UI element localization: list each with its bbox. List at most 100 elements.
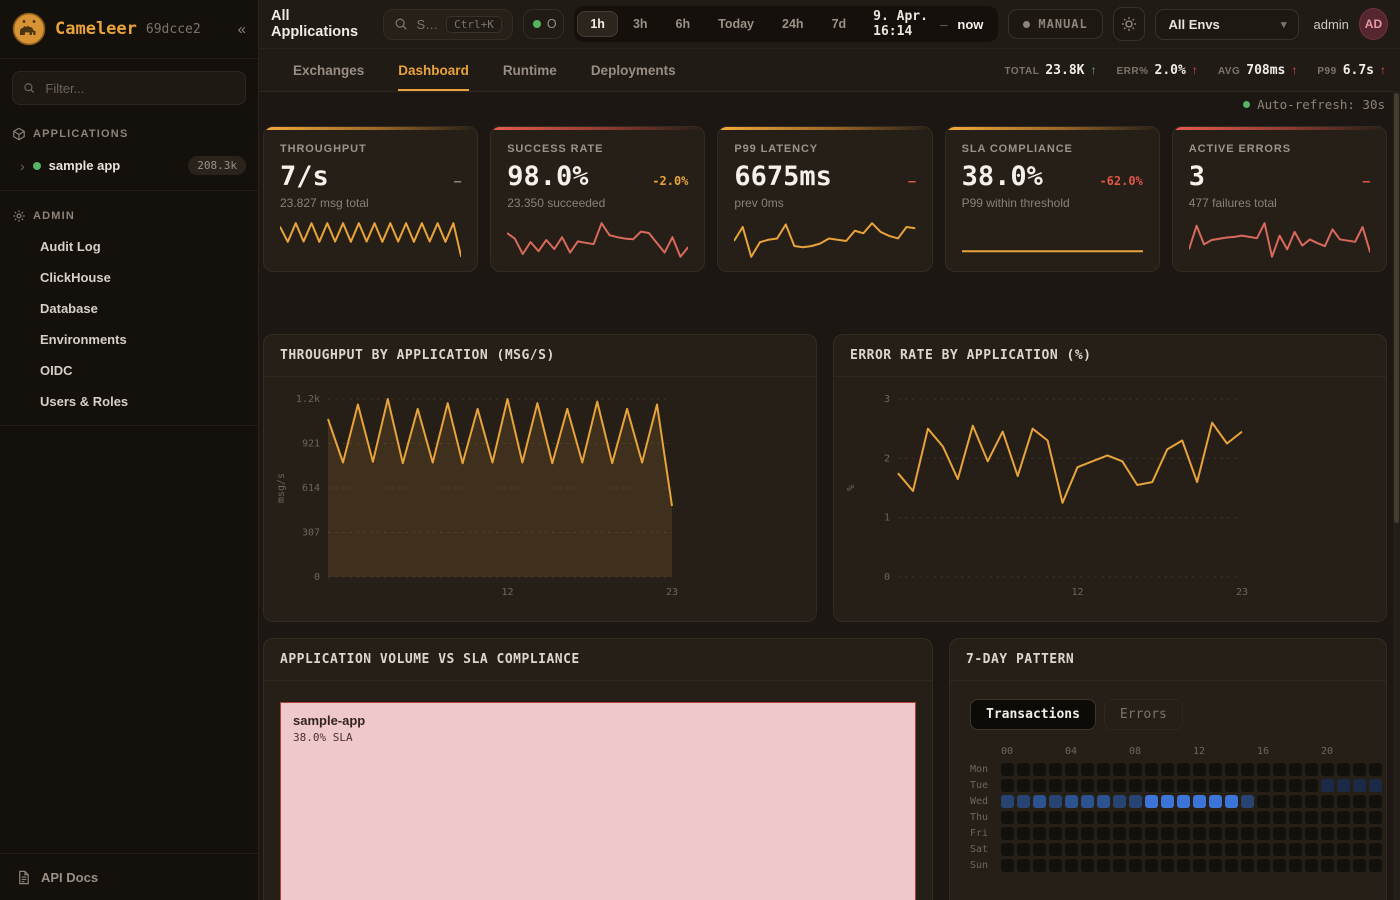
- sidebar-collapse-button[interactable]: «: [238, 21, 246, 38]
- heatmap-cell[interactable]: [1065, 779, 1078, 792]
- heatmap-cell[interactable]: [1369, 827, 1382, 840]
- heatmap-cell[interactable]: [1273, 843, 1286, 856]
- heatmap-cell[interactable]: [1369, 779, 1382, 792]
- heatmap-cell[interactable]: [1289, 795, 1302, 808]
- heatmap-cell[interactable]: [1097, 859, 1110, 872]
- user-avatar[interactable]: AD: [1359, 8, 1388, 40]
- heatmap-cell[interactable]: [1049, 859, 1062, 872]
- heatmap-cell[interactable]: [1033, 763, 1046, 776]
- heatmap-cell[interactable]: [1193, 763, 1206, 776]
- theme-toggle-button[interactable]: [1113, 7, 1146, 41]
- heatmap-cell[interactable]: [1225, 827, 1238, 840]
- heatmap-cell[interactable]: [1369, 795, 1382, 808]
- range-button-1h[interactable]: 1h: [577, 11, 618, 37]
- sidebar-item-database[interactable]: Database: [0, 293, 258, 324]
- heatmap-cell[interactable]: [1129, 859, 1142, 872]
- heatmap-cell[interactable]: [1353, 763, 1366, 776]
- heatmap-cell[interactable]: [1177, 843, 1190, 856]
- heatmap-cell[interactable]: [1113, 843, 1126, 856]
- heatmap-cell[interactable]: [1017, 859, 1030, 872]
- heatmap-cell[interactable]: [1097, 795, 1110, 808]
- heatmap-cell[interactable]: [1369, 843, 1382, 856]
- heatmap-cell[interactable]: [1017, 827, 1030, 840]
- heatmap-cell[interactable]: [1145, 811, 1158, 824]
- range-button-24h[interactable]: 24h: [769, 11, 817, 37]
- heatmap-cell[interactable]: [1241, 779, 1254, 792]
- heatmap-cell[interactable]: [1049, 827, 1062, 840]
- heatmap-cell[interactable]: [1161, 843, 1174, 856]
- heatmap-cell[interactable]: [1177, 795, 1190, 808]
- heatmap-cell[interactable]: [1177, 827, 1190, 840]
- heatmap-cell[interactable]: [1209, 811, 1222, 824]
- heatmap-cell[interactable]: [1369, 763, 1382, 776]
- heatmap-cell[interactable]: [1193, 795, 1206, 808]
- heatmap-cell[interactable]: [1209, 795, 1222, 808]
- heatmap-cell[interactable]: [1017, 779, 1030, 792]
- heatmap-cell[interactable]: [1177, 859, 1190, 872]
- heatmap-cell[interactable]: [1241, 811, 1254, 824]
- heatmap-cell[interactable]: [1289, 859, 1302, 872]
- heatmap-cell[interactable]: [1065, 795, 1078, 808]
- heatmap-cell[interactable]: [1225, 811, 1238, 824]
- heatmap-cell[interactable]: [1257, 795, 1270, 808]
- heatmap-cell[interactable]: [1257, 859, 1270, 872]
- heatmap-cell[interactable]: [1129, 779, 1142, 792]
- sidebar-item-users-roles[interactable]: Users & Roles: [0, 386, 258, 417]
- heatmap-cell[interactable]: [1033, 843, 1046, 856]
- sidebar-item-clickhouse[interactable]: ClickHouse: [0, 262, 258, 293]
- heatmap-cell[interactable]: [1113, 763, 1126, 776]
- heatmap-cell[interactable]: [1209, 843, 1222, 856]
- heatmap-cell[interactable]: [1305, 763, 1318, 776]
- heatmap-cell[interactable]: [1017, 811, 1030, 824]
- heatmap-cell[interactable]: [1097, 843, 1110, 856]
- heatmap-cell[interactable]: [1209, 827, 1222, 840]
- heatmap-cell[interactable]: [1049, 763, 1062, 776]
- heatmap-cell[interactable]: [1209, 779, 1222, 792]
- sidebar-filter-box[interactable]: [12, 71, 246, 105]
- heatmap-cell[interactable]: [1161, 859, 1174, 872]
- heatmap-cell[interactable]: [1257, 827, 1270, 840]
- heatmap-cell[interactable]: [1081, 859, 1094, 872]
- tab-runtime[interactable]: Runtime: [503, 49, 557, 91]
- heatmap-cell[interactable]: [1241, 827, 1254, 840]
- tab-dashboard[interactable]: Dashboard: [398, 49, 469, 91]
- heatmap-cell[interactable]: [1305, 859, 1318, 872]
- heatmap-cell[interactable]: [1353, 843, 1366, 856]
- heatmap-cell[interactable]: [1321, 811, 1334, 824]
- heatmap-cell[interactable]: [1145, 827, 1158, 840]
- heatmap-cell[interactable]: [1225, 779, 1238, 792]
- heatmap-cell[interactable]: [1225, 843, 1238, 856]
- heatmap-cell[interactable]: [1097, 763, 1110, 776]
- heatmap-cell[interactable]: [1129, 795, 1142, 808]
- heatmap-cell[interactable]: [1065, 763, 1078, 776]
- heatmap-cell[interactable]: [1289, 827, 1302, 840]
- heatmap-cell[interactable]: [1001, 779, 1014, 792]
- heatmap-cell[interactable]: [1113, 827, 1126, 840]
- heatmap-cell[interactable]: [1081, 843, 1094, 856]
- heatmap-cell[interactable]: [1321, 843, 1334, 856]
- heatmap-cell[interactable]: [1209, 859, 1222, 872]
- heatmap-cell[interactable]: [1177, 763, 1190, 776]
- heatmap-cell[interactable]: [1321, 779, 1334, 792]
- heatmap-cell[interactable]: [1145, 795, 1158, 808]
- heatmap-cell[interactable]: [1241, 795, 1254, 808]
- heatmap-cell[interactable]: [1145, 843, 1158, 856]
- heatmap-cell[interactable]: [1129, 763, 1142, 776]
- heatmap-cell[interactable]: [1337, 811, 1350, 824]
- heatmap-cell[interactable]: [1257, 843, 1270, 856]
- heatmap-cell[interactable]: [1161, 827, 1174, 840]
- heatmap-cell[interactable]: [1033, 795, 1046, 808]
- heatmap-cell[interactable]: [1129, 843, 1142, 856]
- heatmap-cell[interactable]: [1113, 779, 1126, 792]
- heatmap-cell[interactable]: [1337, 795, 1350, 808]
- heatmap-cell[interactable]: [1241, 859, 1254, 872]
- heatmap-cell[interactable]: [1337, 763, 1350, 776]
- heatmap-cell[interactable]: [1305, 811, 1318, 824]
- heatmap-cell[interactable]: [1257, 779, 1270, 792]
- heatmap-cell[interactable]: [1321, 763, 1334, 776]
- heatmap-cell[interactable]: [1337, 843, 1350, 856]
- heatmap-cell[interactable]: [1369, 811, 1382, 824]
- tab-exchanges[interactable]: Exchanges: [293, 49, 364, 91]
- heatmap-cell[interactable]: [1353, 795, 1366, 808]
- api-docs-link[interactable]: API Docs: [0, 853, 258, 900]
